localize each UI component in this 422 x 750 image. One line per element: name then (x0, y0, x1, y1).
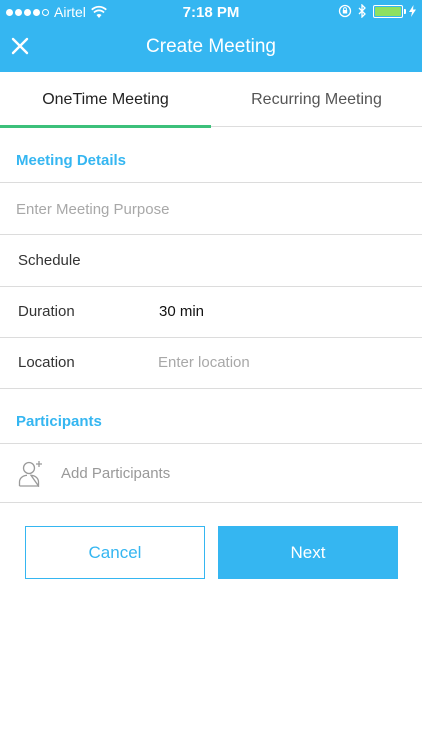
add-participants-button[interactable]: Add Participants (61, 465, 170, 482)
location-label: Location (18, 354, 75, 371)
divider (0, 234, 422, 235)
bluetooth-icon (358, 4, 366, 18)
meeting-purpose-input[interactable] (16, 196, 406, 222)
schedule-row[interactable]: Schedule (18, 252, 81, 269)
meeting-type-tabs: OneTime Meeting Recurring Meeting (0, 72, 422, 128)
divider (0, 443, 422, 444)
status-right (338, 4, 416, 18)
active-tab-indicator (0, 125, 211, 128)
meeting-details-heading: Meeting Details (16, 152, 127, 169)
participants-heading: Participants (16, 413, 102, 430)
page-title: Create Meeting (146, 36, 276, 57)
divider (0, 182, 422, 183)
app-header: Airtel 7:18 PM Create Meeting (0, 0, 422, 72)
duration-label: Duration (18, 303, 75, 320)
tab-onetime-meeting[interactable]: OneTime Meeting (0, 72, 211, 127)
add-person-icon[interactable] (18, 459, 44, 487)
cancel-button[interactable]: Cancel (25, 526, 205, 579)
divider (0, 286, 422, 287)
charging-icon (409, 5, 416, 17)
tab-recurring-meeting[interactable]: Recurring Meeting (211, 72, 422, 127)
duration-value[interactable]: 30 min (159, 303, 204, 320)
divider (0, 337, 422, 338)
battery-level (375, 6, 401, 16)
divider (0, 388, 422, 389)
next-button[interactable]: Next (218, 526, 398, 579)
rotation-lock-icon (338, 4, 352, 18)
battery-icon (373, 4, 406, 18)
divider (0, 502, 422, 503)
status-bar: Airtel 7:18 PM (0, 0, 422, 24)
location-input[interactable] (158, 350, 398, 374)
